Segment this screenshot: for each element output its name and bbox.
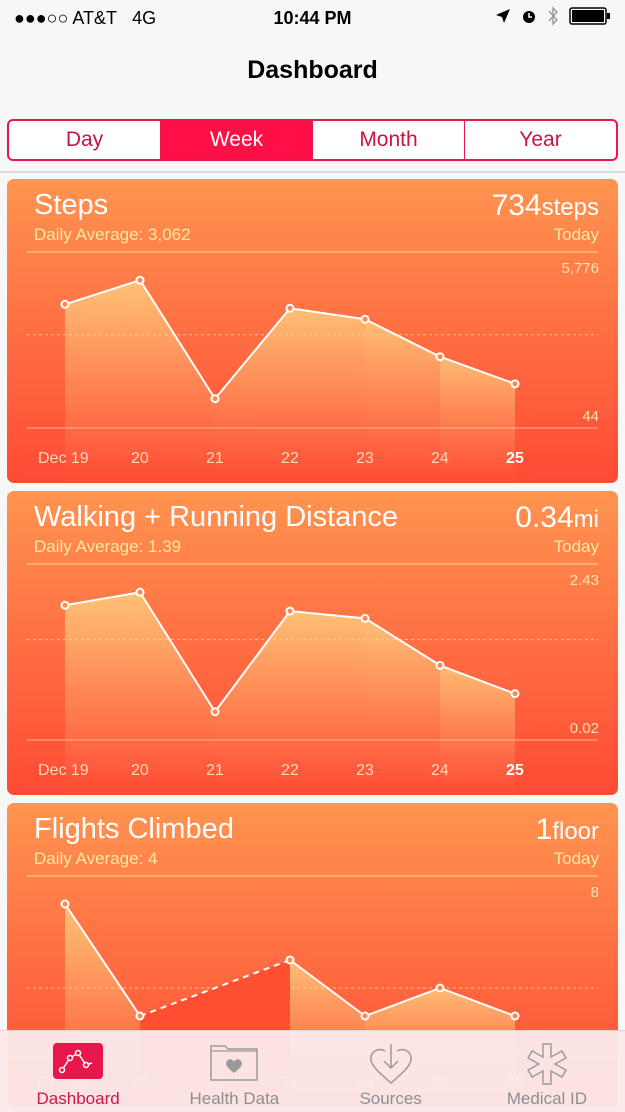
- x-tick-label: 21: [206, 762, 224, 779]
- tab-bar: Dashboard Health Data Sources Medical ID: [0, 1030, 625, 1112]
- data-point: [360, 314, 370, 324]
- max-label: 5,776: [561, 260, 599, 277]
- data-point: [435, 660, 445, 670]
- divider: [0, 171, 625, 173]
- data-point: [60, 899, 70, 909]
- segment-week[interactable]: Week: [161, 121, 313, 159]
- heart-download-icon: [369, 1044, 412, 1085]
- data-point: [510, 689, 520, 699]
- tab-label: Medical ID: [506, 1089, 588, 1108]
- period-segmented-control: Day Week Month Year: [7, 119, 618, 161]
- x-tick-label: 24: [431, 762, 449, 779]
- x-tick-label: 23: [356, 762, 374, 779]
- today-value: 734: [491, 189, 542, 222]
- x-tick-label: 22: [281, 762, 299, 779]
- segment-day[interactable]: Day: [9, 121, 161, 159]
- area-segment: [290, 308, 365, 483]
- tab-medical-id[interactable]: Medical ID: [469, 1031, 625, 1112]
- card-title: Walking + Running Distance: [34, 501, 399, 533]
- data-point: [435, 352, 445, 362]
- area-segment: [440, 665, 515, 795]
- tab-sources[interactable]: Sources: [313, 1031, 469, 1112]
- folder-heart-icon: [210, 1045, 259, 1081]
- data-point: [510, 1011, 520, 1021]
- daily-average: Daily Average: 4: [34, 849, 158, 868]
- segment-month[interactable]: Month: [313, 121, 465, 159]
- daily-average: Daily Average: 3,062: [34, 225, 191, 244]
- data-point: [435, 983, 445, 993]
- data-point: [285, 606, 295, 616]
- location-icon: [496, 9, 510, 23]
- today-label: Today: [553, 849, 599, 868]
- today-value: 0.34: [515, 501, 574, 534]
- data-point: [510, 379, 520, 389]
- min-label: 44: [582, 408, 599, 425]
- data-point: [210, 394, 220, 404]
- bluetooth-icon: [548, 6, 558, 26]
- tab-label: Health Data: [189, 1089, 280, 1108]
- today-label: Today: [553, 225, 599, 244]
- today-value: 1: [535, 813, 553, 846]
- data-point: [210, 707, 220, 717]
- today-label: Today: [553, 537, 599, 556]
- x-tick-label: 20: [131, 450, 149, 467]
- x-tick-label: 25: [506, 762, 524, 779]
- daily-average: Daily Average: 1.39: [34, 537, 182, 556]
- data-point: [135, 587, 145, 597]
- area-segment: [290, 611, 365, 795]
- tab-label: Sources: [359, 1089, 422, 1108]
- battery-icon: [569, 7, 610, 25]
- chart-card-walking-running-distance[interactable]: 2.43 0.02 Dec 19 20 21 22 23 24 25 Walking + Run…: [7, 491, 618, 795]
- data-point: [135, 275, 145, 285]
- data-point: [60, 600, 70, 610]
- page-title: Dashboard: [247, 56, 378, 84]
- tab-health-data[interactable]: Health Data: [156, 1031, 312, 1112]
- area-segment: [215, 611, 290, 795]
- status-bar: ●●●○○ AT&T 4G 10:44 PM: [0, 0, 625, 36]
- x-tick-label: 24: [431, 450, 449, 467]
- data-point: [135, 1011, 145, 1021]
- x-tick-label: 25: [506, 450, 524, 467]
- x-tick-label: 22: [281, 450, 299, 467]
- area-segment: [365, 618, 440, 795]
- max-label: 8: [591, 884, 599, 901]
- unit: steps: [541, 194, 599, 221]
- max-label: 2.43: [570, 572, 599, 589]
- area-segment: [365, 319, 440, 483]
- data-point: [360, 1011, 370, 1021]
- dashboard-chart-icon: [53, 1043, 104, 1079]
- x-tick-label: Dec 19: [38, 762, 89, 779]
- data-point: [285, 303, 295, 313]
- medical-asterisk-icon: [526, 1043, 567, 1085]
- x-tick-label: 21: [206, 450, 224, 467]
- chart-card-steps[interactable]: 5,776 44 Dec 19 20 21 22 23 24 25 Steps Daily Av…: [7, 179, 618, 483]
- card-title: Steps: [34, 189, 109, 221]
- segment-year[interactable]: Year: [465, 121, 616, 159]
- unit: floor: [552, 818, 599, 845]
- x-tick-label: 23: [356, 450, 374, 467]
- data-point: [60, 299, 70, 309]
- tab-dashboard[interactable]: Dashboard: [0, 1031, 156, 1112]
- data-point: [360, 613, 370, 623]
- card-title: Flights Climbed: [34, 813, 234, 845]
- unit: mi: [573, 506, 599, 533]
- tab-label: Dashboard: [36, 1089, 120, 1108]
- x-tick-label: Dec 19: [38, 450, 89, 467]
- min-label: 0.02: [570, 720, 599, 737]
- data-point: [285, 955, 295, 965]
- area-segment: [440, 356, 515, 483]
- alarm-icon: [523, 11, 535, 23]
- x-tick-label: 20: [131, 762, 149, 779]
